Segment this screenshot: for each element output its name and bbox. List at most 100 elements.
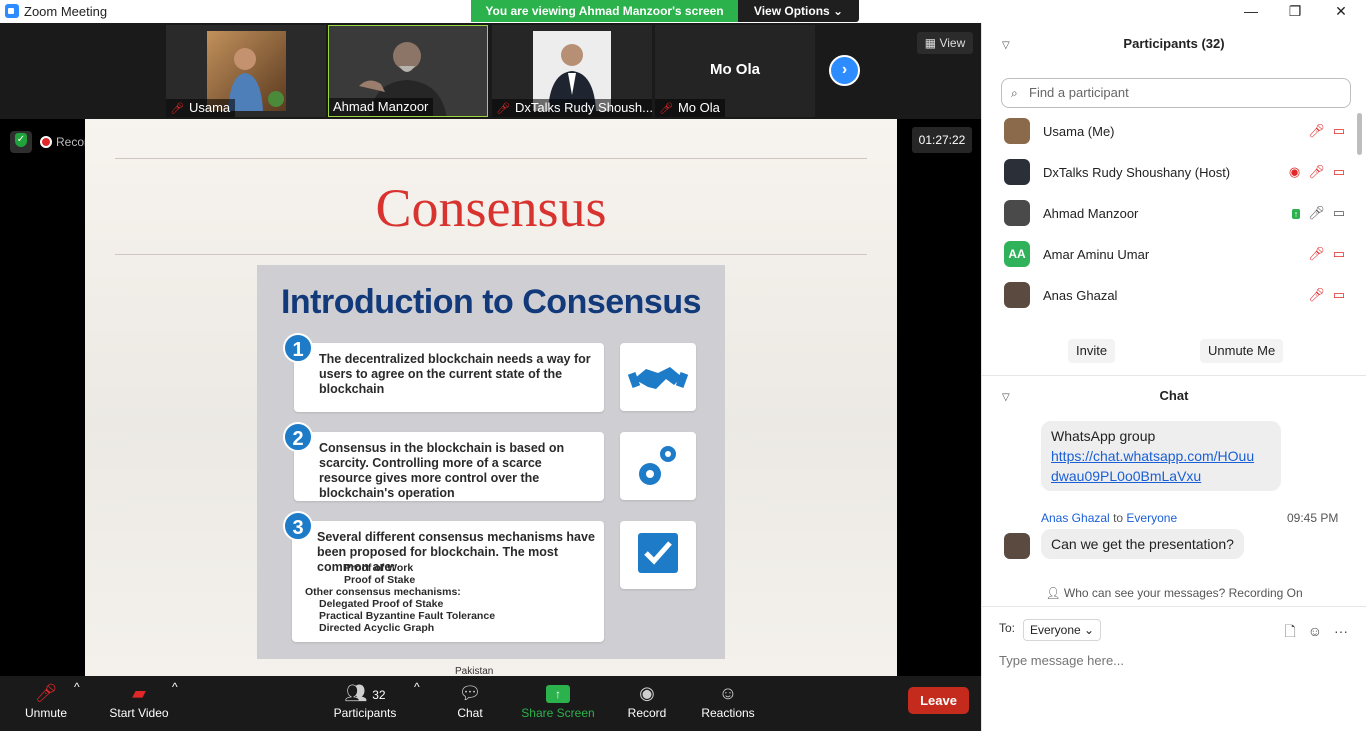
find-participant-input[interactable]: ⌕ Find a participant bbox=[1001, 78, 1351, 108]
view-options-button[interactable]: View Options ⌄ bbox=[738, 0, 859, 22]
chat-panel-title: Chat bbox=[1159, 388, 1189, 403]
participant-name: Amar Aminu Umar bbox=[1043, 247, 1150, 262]
chat-sender[interactable]: Anas Ghazal bbox=[1041, 511, 1110, 525]
tile-name-ahmad-manzoor: Ahmad Manzoor bbox=[329, 98, 434, 116]
participant-row[interactable]: DxTalks Rudy Shoushany (Host) ◉ 🎤︎ ▭ bbox=[982, 152, 1366, 193]
start-video-button[interactable]: ▰ Start Video bbox=[104, 680, 174, 720]
point-3-common-list: Proof of Work Proof of Stake bbox=[344, 562, 416, 586]
video-tile-ahmad-manzoor[interactable]: Ahmad Manzoor bbox=[328, 25, 488, 117]
mic-icon[interactable]: 🎤︎ bbox=[1308, 205, 1325, 220]
chat-bubble-icon: 💬︎ bbox=[458, 683, 482, 703]
point-1-text: The decentralized blockchain needs a way… bbox=[319, 352, 591, 396]
chat-message-meta: Anas Ghazal to Everyone bbox=[1041, 511, 1178, 525]
video-tile-dxtalks-rudy[interactable]: 🎤︎ DxTalks Rudy Shoush... bbox=[492, 25, 652, 117]
reactions-button[interactable]: ☺ Reactions bbox=[700, 680, 756, 720]
point-3-other-list: Delegated Proof of Stake Practical Byzan… bbox=[319, 598, 496, 634]
unmute-me-button[interactable]: Unmute Me bbox=[1200, 339, 1284, 363]
whatsapp-group-link[interactable]: https://chat.whatsapp.com/HOuu dwau09PL0o… bbox=[1051, 448, 1254, 484]
point-2-box: Consensus in the blockchain is based on … bbox=[294, 432, 604, 501]
unmute-button[interactable]: 🎤︎ Unmute bbox=[20, 680, 72, 720]
tile-name-mo-ola: 🎤︎ Mo Ola bbox=[655, 99, 725, 117]
participants-scrollbar[interactable] bbox=[1356, 111, 1362, 321]
participants-options-caret-icon[interactable]: ^ bbox=[414, 680, 420, 694]
invite-button[interactable]: Invite bbox=[1068, 339, 1116, 363]
avatar bbox=[1004, 118, 1030, 144]
participant-row[interactable]: Usama (Me) 🎤︎ ▭ bbox=[982, 111, 1366, 152]
recording-dot-icon bbox=[40, 136, 52, 148]
mic-muted-icon[interactable]: 🎤︎ bbox=[1308, 287, 1325, 302]
video-options-caret-icon[interactable]: ^ bbox=[172, 680, 178, 694]
slide-rule-top bbox=[115, 158, 867, 159]
participant-status-icons: 🎤︎ ▭ bbox=[1300, 246, 1345, 262]
chat-scrollbar[interactable] bbox=[1356, 421, 1362, 576]
recipient-dropdown[interactable]: Everyone ⌄ bbox=[1023, 619, 1102, 641]
avatar bbox=[1004, 282, 1030, 308]
video-off-icon[interactable]: ▭ bbox=[1333, 123, 1345, 138]
next-page-arrow-icon[interactable]: › bbox=[829, 55, 860, 86]
scrollbar-thumb[interactable] bbox=[1357, 113, 1362, 155]
participant-name: Ahmad Manzoor bbox=[1043, 206, 1139, 221]
video-tile-mo-ola[interactable]: Mo Ola 🎤︎ Mo Ola bbox=[655, 25, 815, 117]
participant-row[interactable]: AA Amar Aminu Umar 🎤︎ ▭ bbox=[982, 234, 1366, 275]
who-can-see-messages[interactable]: 👤︎ Who can see your messages? Recording … bbox=[982, 586, 1366, 600]
file-icon[interactable]: 🗋 bbox=[1284, 623, 1295, 639]
video-off-icon[interactable]: ▭ bbox=[1333, 246, 1345, 261]
card-title: Introduction to Consensus bbox=[280, 283, 702, 321]
participants-button[interactable]: 👥︎ 32 Participants bbox=[332, 680, 398, 720]
reactions-smiley-icon: ☺ bbox=[718, 683, 738, 703]
participant-status-icons: ◉ 🎤︎ ▭ bbox=[1281, 164, 1345, 180]
slide-footer-text: Pakistan bbox=[455, 666, 494, 676]
view-button[interactable]: ▦ View bbox=[917, 32, 973, 54]
composer-icons: 🗋 ☺ ··· bbox=[1272, 621, 1348, 645]
video-off-icon[interactable]: ▭ bbox=[1333, 287, 1345, 302]
security-shield-icon[interactable] bbox=[10, 131, 32, 153]
grid-view-icon: ▦ bbox=[924, 36, 940, 50]
presentation-slide: Consensus Introduction to Consensus The … bbox=[85, 119, 897, 676]
checkbox-icon bbox=[620, 521, 696, 589]
shared-screen-area: Recording 01:27:22 Consensus Introductio… bbox=[0, 119, 981, 676]
audio-options-caret-icon[interactable]: ^ bbox=[74, 680, 80, 694]
gears-icon bbox=[620, 432, 696, 500]
video-gallery-strip: 🎤︎ Usama Ahmad Manzoor 🎤︎ DxTalks Rudy Sho… bbox=[0, 23, 981, 119]
video-off-icon[interactable]: ▭ bbox=[1333, 164, 1345, 179]
participant-row[interactable]: Ahmad Manzoor ↑ 🎤︎ ▭ bbox=[982, 193, 1366, 234]
slide-rule-bottom bbox=[115, 254, 867, 255]
point-2-number: 2 bbox=[283, 422, 313, 452]
mic-muted-icon[interactable]: 🎤︎ bbox=[1308, 246, 1325, 261]
avatar bbox=[1004, 159, 1030, 185]
meeting-timer: 01:27:22 bbox=[912, 127, 972, 153]
minimize-button[interactable]: — bbox=[1228, 0, 1274, 23]
chat-recipient: Everyone bbox=[1126, 511, 1178, 525]
share-screen-arrow-icon: ↑ bbox=[546, 685, 570, 703]
record-button[interactable]: ◉ Record bbox=[626, 680, 668, 720]
participant-status-icons: ↑ 🎤︎ ▭ bbox=[1284, 205, 1345, 221]
participant-name: Anas Ghazal bbox=[1043, 288, 1118, 303]
avatar bbox=[1004, 533, 1030, 559]
share-screen-button[interactable]: ↑ Share Screen bbox=[520, 680, 596, 720]
handshake-icon bbox=[620, 343, 696, 411]
point-1-box: The decentralized blockchain needs a way… bbox=[294, 343, 604, 412]
chat-message-input[interactable] bbox=[999, 649, 1349, 671]
mic-muted-icon[interactable]: 🎤︎ bbox=[1308, 164, 1325, 179]
participant-count: 32 bbox=[372, 688, 386, 702]
video-camera-icon[interactable]: ▭ bbox=[1333, 205, 1345, 220]
emoji-icon[interactable]: ☺ bbox=[1308, 623, 1322, 639]
restore-button[interactable]: ❐ bbox=[1272, 0, 1318, 23]
chat-message-presentation: Can we get the presentation? bbox=[1041, 529, 1244, 559]
avatar: AA bbox=[1004, 241, 1030, 267]
close-button[interactable]: ✕ bbox=[1318, 0, 1364, 23]
participant-list: Usama (Me) 🎤︎ ▭ DxTalks Rudy Shoushany (H… bbox=[982, 111, 1366, 317]
tile-display-name-mo-ola: Mo Ola bbox=[709, 61, 760, 78]
slide-heading: Consensus bbox=[375, 178, 607, 238]
point-3-other-label: Other consensus mechanisms: bbox=[305, 586, 461, 598]
tile-name-dxtalks-rudy: 🎤︎ DxTalks Rudy Shoush... bbox=[492, 99, 652, 117]
video-tile-usama[interactable]: 🎤︎ Usama bbox=[166, 25, 326, 117]
point-1-number: 1 bbox=[283, 333, 313, 363]
leave-button[interactable]: Leave bbox=[908, 687, 969, 714]
more-options-icon[interactable]: ··· bbox=[1334, 623, 1348, 639]
participant-name: Usama (Me) bbox=[1043, 124, 1115, 139]
participant-row[interactable]: Anas Ghazal 🎤︎ ▭ bbox=[982, 275, 1366, 316]
chat-button[interactable]: 💬︎ Chat bbox=[452, 680, 488, 720]
mic-muted-icon[interactable]: 🎤︎ bbox=[1308, 123, 1325, 138]
composer-divider bbox=[982, 606, 1366, 607]
